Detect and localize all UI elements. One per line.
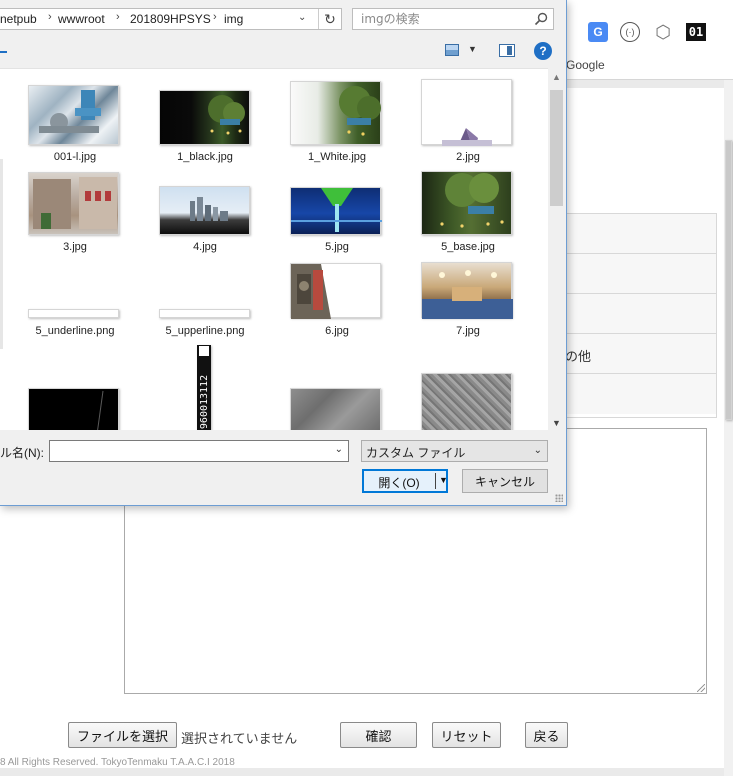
file-thumbnail[interactable]	[421, 373, 512, 430]
cancel-button[interactable]: キャンセル	[462, 469, 548, 493]
file-open-dialog: netpub › wwwroot › 201809HPSYS › img ⌄ ↻…	[0, 0, 567, 506]
tree-night-icon	[208, 95, 245, 135]
translate-icon[interactable]: G	[588, 22, 608, 42]
breadcrumb-separator-icon[interactable]: ›	[116, 11, 120, 23]
pipe-fitting-icon	[39, 90, 101, 133]
file-name[interactable]: 6.jpg	[277, 325, 397, 337]
interior-icon	[422, 270, 513, 319]
counter-icon[interactable]: 01	[686, 23, 706, 41]
bookmark-google[interactable]: Google	[566, 58, 605, 72]
breadcrumb-item[interactable]: netpub	[0, 12, 37, 26]
file-name[interactable]: 001-l.jpg	[15, 151, 135, 163]
file-thumbnail[interactable]	[290, 388, 381, 430]
file-name[interactable]: 2.jpg	[408, 151, 528, 163]
file-list-pane[interactable]: 001-l.jpg 1_black.jpg 1_White.jpg 2.jpg …	[0, 68, 566, 430]
file-thumbnail[interactable]: 960013112	[197, 345, 211, 430]
search-box[interactable]	[352, 8, 554, 30]
breadcrumb-item[interactable]: wwwroot	[58, 12, 105, 26]
search-input[interactable]	[353, 9, 528, 29]
structure-icon	[442, 128, 492, 146]
file-thumbnail[interactable]	[290, 263, 381, 319]
row-label-other: の他	[565, 349, 592, 364]
choose-file-button[interactable]: ファイルを選択	[68, 722, 177, 748]
file-name[interactable]: 1_black.jpg	[145, 151, 265, 163]
command-bar: ▼ ?	[0, 38, 566, 66]
file-thumbnail[interactable]	[28, 85, 119, 145]
scrollbar-thumb[interactable]	[725, 140, 732, 420]
form-row	[545, 294, 716, 334]
scroll-up-icon[interactable]: ▲	[552, 72, 561, 82]
green-tower-icon	[291, 188, 382, 232]
file-thumbnail[interactable]	[28, 388, 119, 430]
no-file-status: 選択されていません	[181, 731, 298, 746]
file-type-select[interactable]: カスタム ファイル ⌄	[361, 440, 548, 462]
form-row: の他	[545, 334, 716, 374]
form-row	[545, 254, 716, 294]
file-thumbnail[interactable]	[159, 90, 250, 145]
dark-line-icon	[97, 390, 104, 430]
file-name[interactable]: 1_White.jpg	[277, 151, 397, 163]
file-thumbnail[interactable]	[290, 187, 382, 235]
confirm-button[interactable]: 確認	[340, 722, 417, 748]
chevron-down-icon[interactable]: ⌄	[335, 444, 343, 455]
tree-base-icon	[440, 173, 504, 228]
footer-copyright: 8 All Rights Reserved. TokyoTenmaku T.A.…	[0, 757, 235, 768]
file-type-value: カスタム ファイル	[366, 446, 466, 460]
scroll-down-icon[interactable]: ▼	[552, 418, 561, 428]
reset-button[interactable]: リセット	[432, 722, 501, 748]
organize-menu[interactable]	[0, 51, 7, 53]
reader-icon[interactable]: (·)	[620, 22, 640, 42]
view-mode-icon[interactable]	[445, 44, 459, 56]
file-thumbnail[interactable]	[421, 79, 512, 146]
chevron-down-icon[interactable]: ⌄	[534, 445, 542, 456]
file-name[interactable]: 5_base.jpg	[408, 241, 528, 253]
file-name[interactable]: 5.jpg	[277, 241, 397, 253]
open-button[interactable]: 開く(O) ▼	[362, 469, 448, 493]
resize-handle-icon[interactable]	[697, 684, 705, 692]
page-scrollbar[interactable]	[724, 80, 733, 776]
split-divider	[435, 473, 436, 489]
file-name[interactable]: 4.jpg	[145, 241, 265, 253]
filename-label: ル名(N):	[0, 446, 44, 460]
file-thumbnail[interactable]	[28, 172, 119, 235]
file-thumbnail[interactable]	[159, 186, 250, 235]
filename-input[interactable]: ⌄	[49, 440, 349, 462]
preview-pane-icon[interactable]	[499, 44, 515, 57]
scrollbar-thumb[interactable]	[550, 90, 563, 206]
form-row	[545, 214, 716, 254]
chevron-down-icon[interactable]: ⌄	[298, 12, 306, 23]
caret-down-icon[interactable]: ▼	[439, 475, 448, 485]
file-name[interactable]: 5_underline.png	[15, 325, 135, 337]
file-name[interactable]: 5_upperline.png	[145, 325, 265, 337]
file-thumbnail[interactable]	[159, 309, 250, 318]
file-thumbnail[interactable]	[421, 171, 512, 235]
address-bar[interactable]: netpub › wwwroot › 201809HPSYS › img ⌄ ↻	[0, 8, 342, 30]
nav-pane-edge	[0, 159, 3, 349]
building-icon	[33, 177, 117, 229]
breadcrumb-separator-icon[interactable]: ›	[213, 11, 217, 23]
skyline-icon	[190, 197, 228, 221]
file-thumbnail[interactable]	[421, 262, 513, 319]
tree-day-icon	[339, 86, 381, 136]
lantern-icon	[291, 264, 331, 319]
back-button[interactable]: 戻る	[525, 722, 568, 748]
package-icon[interactable]: ⬡	[652, 21, 674, 43]
file-name[interactable]: 7.jpg	[408, 325, 528, 337]
breadcrumb-item[interactable]: 201809HPSYS	[130, 12, 211, 26]
refresh-icon[interactable]: ↻	[318, 9, 341, 29]
breadcrumb-separator-icon[interactable]: ›	[48, 11, 52, 23]
file-thumbnail[interactable]	[290, 81, 381, 145]
file-pane-scrollbar[interactable]: ▲ ▼	[548, 68, 566, 430]
form-row	[545, 374, 716, 414]
breadcrumb-item[interactable]: img	[224, 12, 243, 26]
help-icon[interactable]: ?	[534, 42, 552, 60]
form-table: の他	[545, 213, 717, 418]
resize-grip-icon[interactable]	[555, 494, 563, 502]
file-thumbnail[interactable]	[28, 309, 119, 318]
file-name[interactable]: 3.jpg	[15, 241, 135, 253]
open-button-label: 開く(O)	[378, 476, 420, 490]
strip-number: 960013112	[199, 374, 210, 430]
search-icon[interactable]	[533, 11, 549, 27]
chevron-down-icon[interactable]: ▼	[468, 44, 477, 54]
